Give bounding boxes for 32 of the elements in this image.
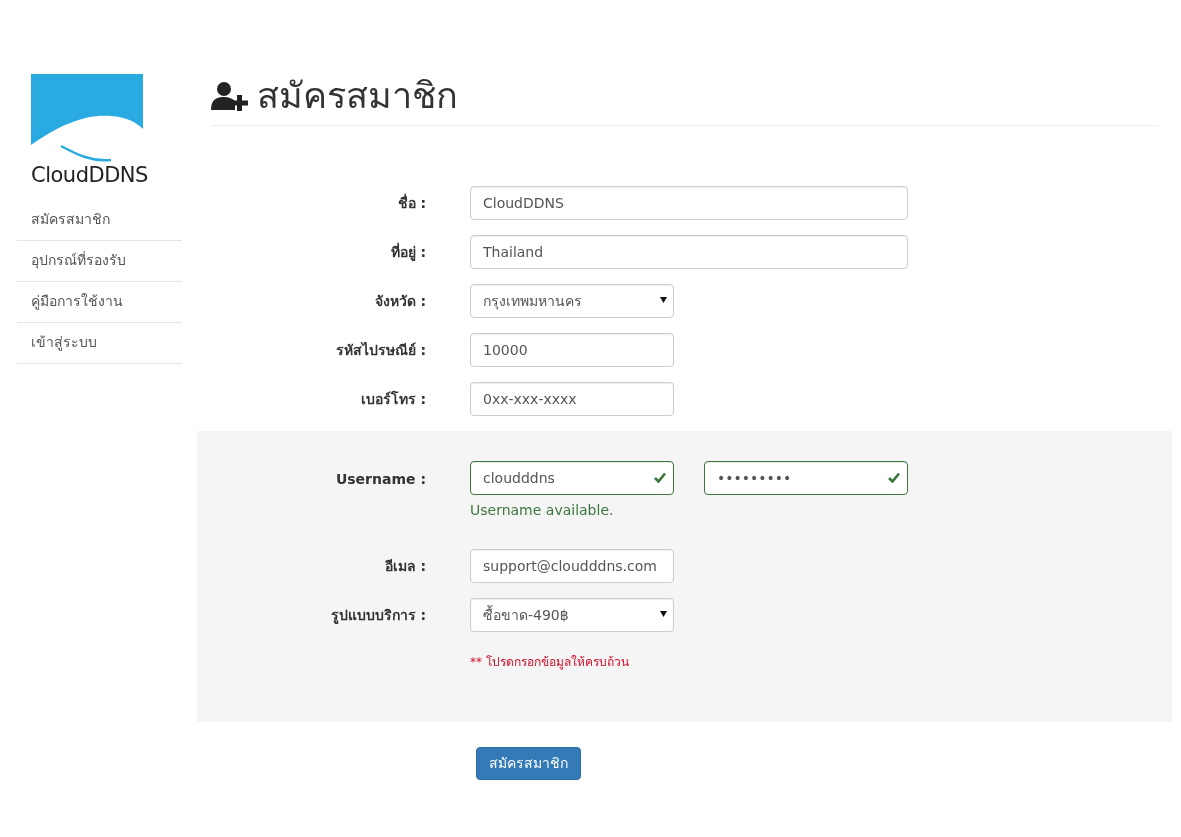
input-field[interactable]: Thailand [470,235,908,270]
field-label: เบอร์โทร : [359,389,426,409]
sidebar-link[interactable]: สมัครสมาชิก [17,199,182,241]
field-label: ชื่อ : [396,192,426,213]
select-field[interactable]: กรุงเทพมหานคร [470,284,674,319]
add-user-icon [211,80,251,111]
sidebar-link[interactable]: อุปกรณ์ที่รองรับ [17,240,182,282]
input-field[interactable]: ••••••••• [704,461,908,496]
field-label: Username : [334,470,426,490]
field-label: จังหวัด : [373,291,426,311]
input-field[interactable]: 0xx-xxx-xxxx [470,382,674,417]
brand-name: CloudDDNS [31,162,149,189]
field-label: อีเมล : [383,556,426,576]
field-label: รหัสไปรษณีย์ : [334,340,426,360]
caret-icon [660,611,667,618]
page-title: สมัครสมาชิก [257,74,458,118]
field-label: รูปแบบบริการ : [329,605,426,626]
help-text: Username available. [470,501,615,521]
submit-button[interactable]: สมัครสมาชิก [476,747,581,781]
select-field[interactable]: ซื้อขาด-490฿ [470,598,674,633]
logo-icon [31,74,143,164]
input-field[interactable]: cloudddns [470,461,674,496]
input-field[interactable]: support@cloudddns.com [470,549,674,584]
field-label: ที่อยู่ : [389,241,426,263]
input-field[interactable]: CloudDDNS [470,186,908,221]
sidebar-link[interactable]: คู่มือการใช้งาน [17,281,182,323]
input-field[interactable]: 10000 [470,333,674,368]
check-icon [654,472,666,484]
sidebar-link[interactable]: เข้าสู่ระบบ [17,322,182,364]
check-icon [888,472,900,484]
caret-icon [660,297,667,304]
warning-note: ** โปรดกรอกข้อมูลให้ครบถ้วน [470,655,629,670]
